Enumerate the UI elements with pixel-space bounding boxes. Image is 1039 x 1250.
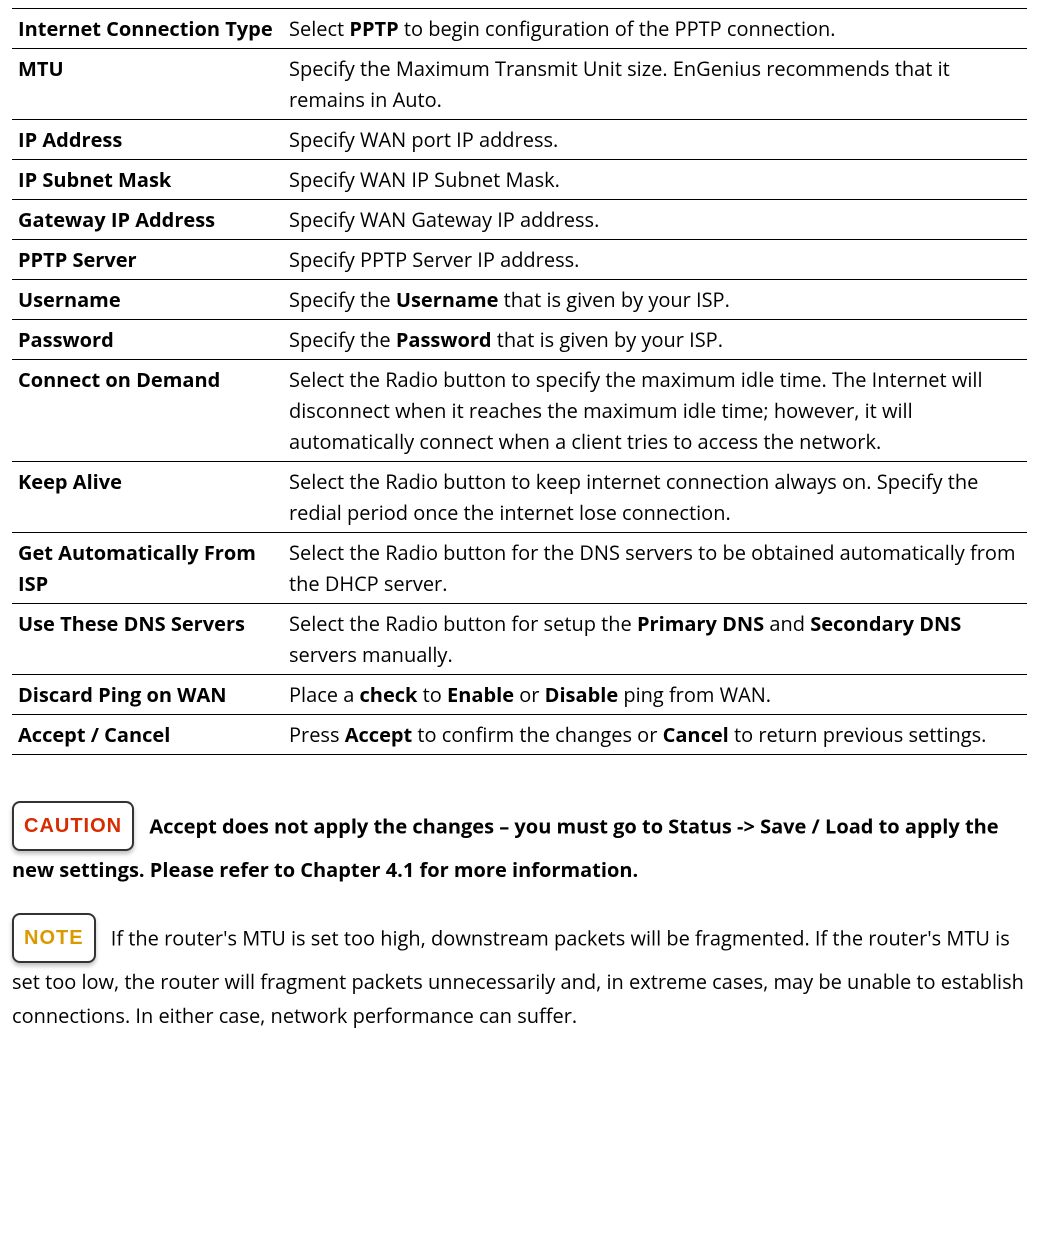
setting-label: Get Automatically From ISP [12, 533, 283, 604]
table-row: Gateway IP AddressSpecify WAN Gateway IP… [12, 200, 1027, 240]
setting-description: Select the Radio button to keep internet… [283, 462, 1027, 533]
setting-description: Specify WAN IP Subnet Mask. [283, 160, 1027, 200]
table-row: Keep AliveSelect the Radio button to kee… [12, 462, 1027, 533]
setting-description: Specify the Maximum Transmit Unit size. … [283, 49, 1027, 120]
setting-label: Password [12, 320, 283, 360]
table-row: Get Automatically From ISPSelect the Rad… [12, 533, 1027, 604]
setting-label: Internet Connection Type [12, 9, 283, 49]
note-text: If the router's MTU is set too high, dow… [12, 924, 1024, 1029]
table-row: MTUSpecify the Maximum Transmit Unit siz… [12, 49, 1027, 120]
setting-label: Keep Alive [12, 462, 283, 533]
setting-label: MTU [12, 49, 283, 120]
setting-description: Select the Radio button to specify the m… [283, 360, 1027, 462]
table-row: Accept / CancelPress Accept to confirm t… [12, 715, 1027, 755]
table-row: Internet Connection TypeSelect PPTP to b… [12, 9, 1027, 49]
setting-description: Specify WAN port IP address. [283, 120, 1027, 160]
setting-label: Use These DNS Servers [12, 604, 283, 675]
setting-description: Specify PPTP Server IP address. [283, 240, 1027, 280]
note-icon: NOTE [12, 913, 96, 963]
setting-label: Gateway IP Address [12, 200, 283, 240]
setting-label: Username [12, 280, 283, 320]
table-row: Connect on DemandSelect the Radio button… [12, 360, 1027, 462]
table-row: Use These DNS ServersSelect the Radio bu… [12, 604, 1027, 675]
setting-description: Specify WAN Gateway IP address. [283, 200, 1027, 240]
caution-text: Accept does not apply the changes – you … [12, 812, 999, 883]
table-row: Discard Ping on WANPlace a check to Enab… [12, 675, 1027, 715]
setting-description: Place a check to Enable or Disable ping … [283, 675, 1027, 715]
settings-table: Internet Connection TypeSelect PPTP to b… [12, 8, 1027, 755]
caution-icon: CAUTION [12, 801, 134, 851]
table-row: UsernameSpecify the Username that is giv… [12, 280, 1027, 320]
table-row: PPTP ServerSpecify PPTP Server IP addres… [12, 240, 1027, 280]
setting-label: Accept / Cancel [12, 715, 283, 755]
caution-block: CAUTION Accept does not apply the change… [12, 803, 1027, 887]
table-row: IP AddressSpecify WAN port IP address. [12, 120, 1027, 160]
setting-description: Select PPTP to begin configuration of th… [283, 9, 1027, 49]
setting-description: Select the Radio button for setup the Pr… [283, 604, 1027, 675]
setting-label: PPTP Server [12, 240, 283, 280]
setting-label: Discard Ping on WAN [12, 675, 283, 715]
setting-description: Specify the Password that is given by yo… [283, 320, 1027, 360]
setting-label: Connect on Demand [12, 360, 283, 462]
setting-description: Select the Radio button for the DNS serv… [283, 533, 1027, 604]
note-block: NOTE If the router's MTU is set too high… [12, 915, 1027, 1033]
setting-description: Press Accept to confirm the changes or C… [283, 715, 1027, 755]
table-row: IP Subnet MaskSpecify WAN IP Subnet Mask… [12, 160, 1027, 200]
table-row: PasswordSpecify the Password that is giv… [12, 320, 1027, 360]
setting-description: Specify the Username that is given by yo… [283, 280, 1027, 320]
setting-label: IP Address [12, 120, 283, 160]
setting-label: IP Subnet Mask [12, 160, 283, 200]
